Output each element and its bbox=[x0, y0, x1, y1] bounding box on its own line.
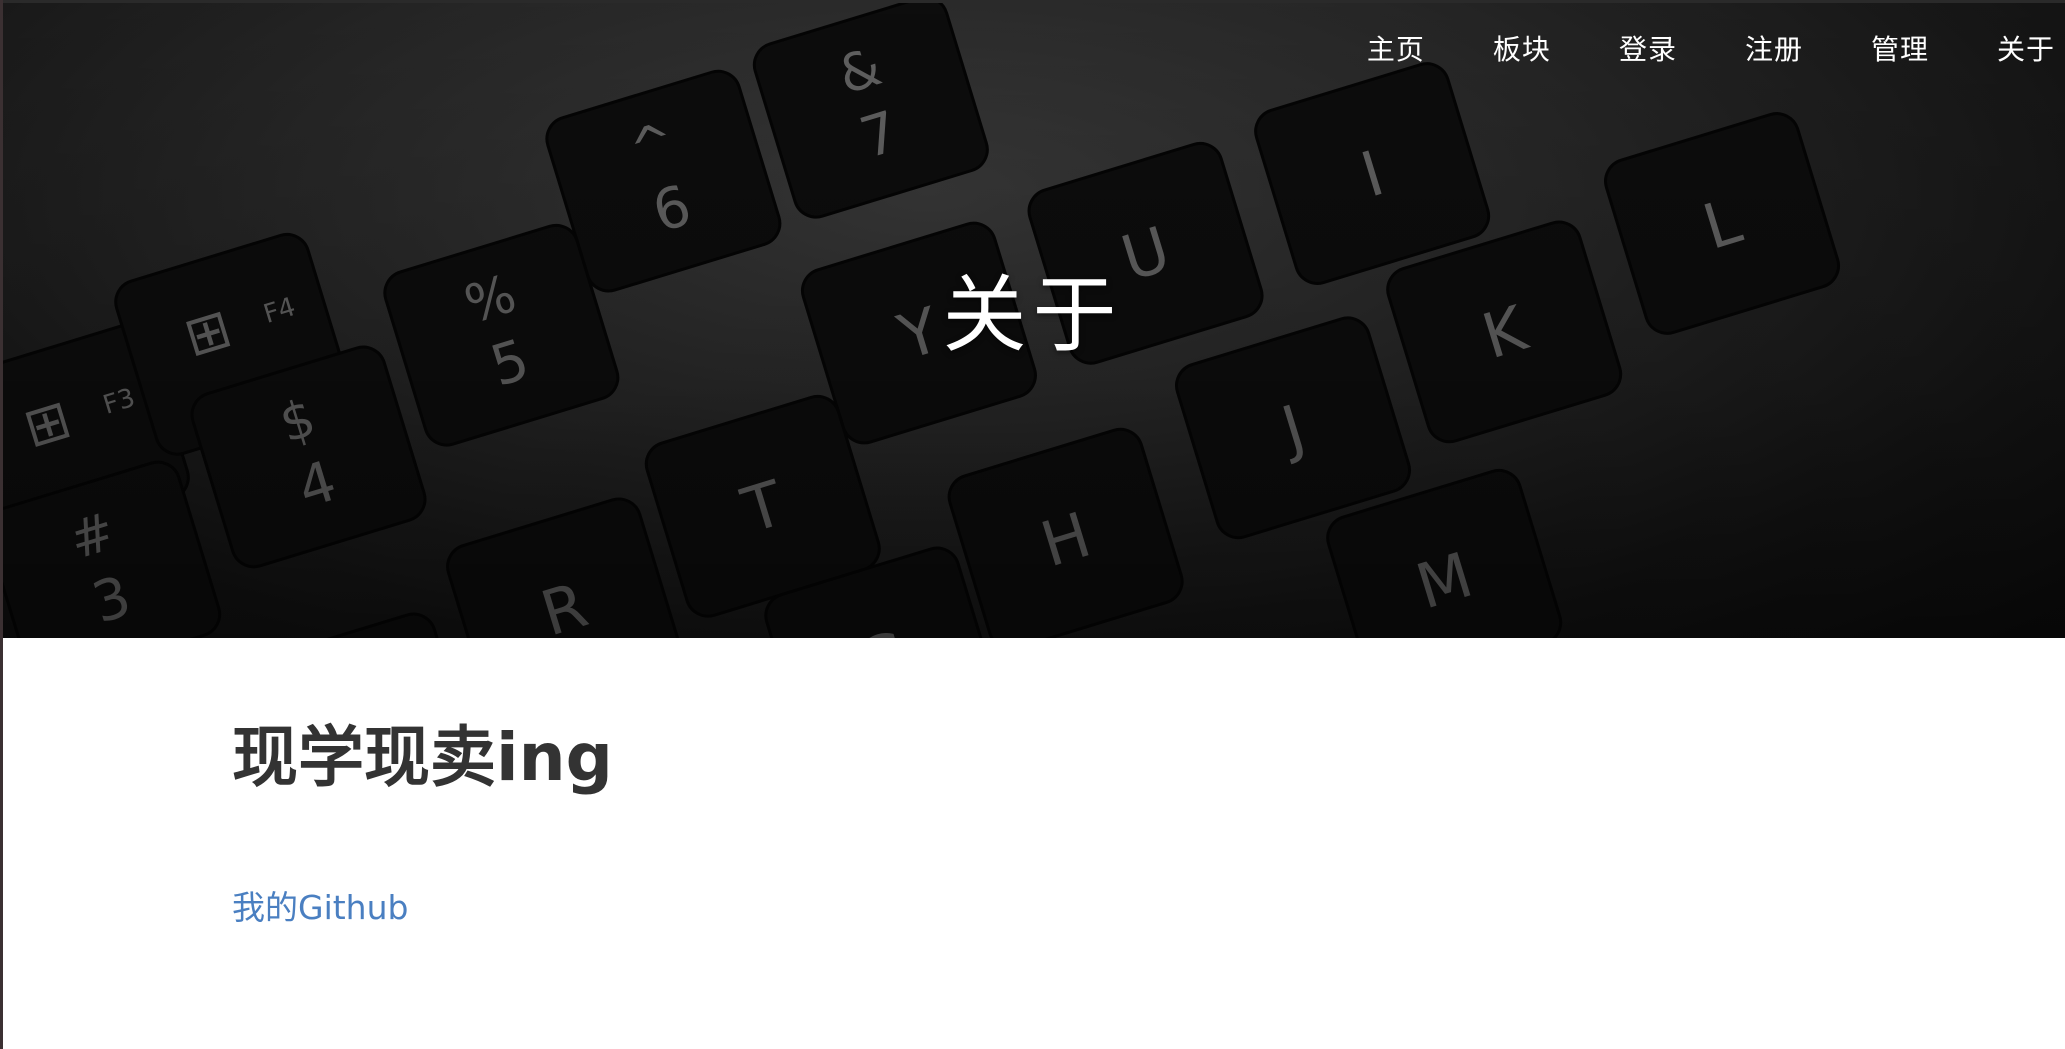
nav-register[interactable]: 注册 bbox=[1745, 30, 1803, 70]
nav-about[interactable]: 关于 bbox=[1997, 30, 2055, 70]
top-nav: 主页 板块 登录 注册 管理 关于 bbox=[1299, 30, 2055, 70]
main-content: 现学现卖ing 我的Github bbox=[232, 718, 613, 929]
hero-banner: ⊞F3⊞F4^6&7%5$4#3YUITREKJHGFMLW 主页 板块 登录 … bbox=[0, 0, 2065, 638]
github-link[interactable]: 我的Github bbox=[232, 881, 408, 929]
page-title: 关于 bbox=[942, 266, 1123, 364]
nav-home[interactable]: 主页 bbox=[1367, 30, 1425, 70]
nav-admin[interactable]: 管理 bbox=[1871, 30, 1929, 70]
nav-login[interactable]: 登录 bbox=[1619, 30, 1677, 70]
window-top-border bbox=[0, 0, 2065, 3]
nav-boards[interactable]: 板块 bbox=[1493, 30, 1551, 70]
window-left-border bbox=[0, 0, 3, 1049]
content-heading: 现学现卖ing bbox=[232, 719, 613, 796]
